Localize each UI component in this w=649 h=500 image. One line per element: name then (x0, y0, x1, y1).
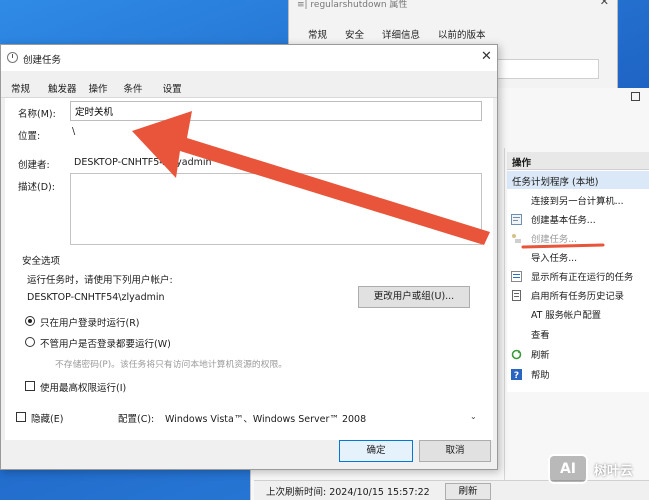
action-refresh[interactable]: 刷新 (509, 345, 649, 363)
maximize-icon[interactable] (631, 92, 640, 101)
properties-tabs: 常规 安全 详细信息 以前的版本 (299, 27, 495, 41)
chevron-down-icon[interactable]: ⌄ (470, 412, 477, 421)
dialog-title: 创建任务 (23, 55, 62, 66)
security-options-label: 安全选项 (22, 256, 61, 267)
clock-icon (7, 52, 18, 63)
refresh-button[interactable]: 刷新 (445, 483, 491, 500)
name-input[interactable] (70, 101, 482, 121)
help-icon: ? (509, 368, 523, 380)
action-label: 启用所有任务历史记录 (531, 291, 624, 302)
configure-label: 配置(C): (118, 414, 155, 425)
history-icon (509, 289, 523, 301)
ok-button[interactable]: 确定 (339, 440, 413, 462)
dialog-tabs: 常规 触发器 操作 条件 设置 (1, 81, 188, 97)
list-icon (509, 270, 523, 282)
action-show-running-tasks[interactable]: 显示所有正在运行的任务 (509, 267, 649, 285)
action-help[interactable]: ? 帮助 (509, 365, 649, 383)
run-as-prompt: 运行任务时，请使用下列用户帐户: (27, 275, 173, 286)
task-icon (509, 232, 523, 244)
wizard-icon (509, 213, 523, 225)
location-label: 位置: (18, 131, 41, 142)
change-user-button[interactable]: 更改用户或组(U)... (358, 286, 470, 308)
description-input[interactable] (70, 173, 482, 245)
tab-actions[interactable]: 操作 (83, 81, 114, 97)
close-icon[interactable]: ✕ (481, 49, 492, 64)
action-enable-history[interactable]: 启用所有任务历史记录 (509, 286, 649, 304)
tab-settings[interactable]: 设置 (149, 81, 188, 97)
configure-select[interactable]: Windows Vista™、Windows Server™ 2008 (165, 411, 366, 425)
action-connect-computer[interactable]: 连接到另一台计算机... (509, 191, 649, 209)
action-import-task[interactable]: 导入任务... (509, 248, 649, 266)
tab-security[interactable]: 安全 (336, 27, 373, 41)
dialog-titlebar: 创建任务 ✕ (1, 45, 497, 71)
action-label: 显示所有正在运行的任务 (531, 272, 634, 283)
refresh-icon (509, 348, 523, 360)
properties-window-title: ≡| regularshutdown 属性 (297, 0, 408, 10)
action-view[interactable]: 查看 (509, 325, 649, 343)
tab-triggers[interactable]: 触发器 (36, 81, 83, 97)
run-as-user: DESKTOP-CNHTF54\zlyadmin (27, 292, 165, 303)
radio-run-logged-on[interactable] (25, 316, 35, 326)
radio-run-logged-on-label[interactable]: 只在用户登录时运行(R) (40, 315, 140, 329)
radio-run-always[interactable] (25, 337, 35, 347)
pane-divider (504, 148, 505, 486)
action-label: 创建基本任务... (531, 215, 596, 226)
tab-general[interactable]: 常规 (1, 81, 36, 97)
checkbox-hidden[interactable] (16, 412, 26, 422)
radio-run-always-label[interactable]: 不管用户是否登录都要运行(W) (40, 336, 171, 350)
tab-details[interactable]: 详细信息 (373, 27, 429, 41)
author-label: 创建者: (18, 160, 50, 171)
description-label: 描述(D): (18, 182, 55, 193)
action-label: 帮助 (531, 370, 550, 381)
hidden-label[interactable]: 隐藏(E) (31, 411, 63, 425)
action-at-service-config[interactable]: AT 服务帐户配置 (509, 305, 649, 323)
location-value: \ (72, 126, 76, 137)
watermark-text: 树叶云 (594, 463, 634, 479)
actions-header: 操作 (507, 152, 649, 170)
action-label: 导入任务... (531, 253, 578, 264)
action-label: 连接到另一台计算机... (531, 196, 624, 207)
action-create-basic-task[interactable]: 创建基本任务... (509, 210, 649, 228)
highest-privileges-label[interactable]: 使用最高权限运行(I) (40, 380, 126, 394)
action-label: 查看 (531, 330, 550, 341)
no-store-password-label: 不存储密码(P)。该任务将只有访问本地计算机资源的权限。 (55, 360, 288, 370)
actions-section-local[interactable]: 任务计划程序 (本地) (507, 171, 649, 189)
close-icon[interactable]: ✕ (600, 0, 609, 8)
tab-previous-versions[interactable]: 以前的版本 (429, 27, 495, 41)
watermark: AI 树叶云 (548, 454, 633, 484)
watermark-logo: AI (548, 454, 588, 484)
name-label: 名称(M): (18, 109, 56, 120)
author-value: DESKTOP-CNHTF54\zlyadmin (74, 157, 212, 168)
action-label: 刷新 (531, 350, 550, 361)
action-create-task[interactable]: 创建任务... (509, 229, 649, 247)
cancel-button[interactable]: 取消 (419, 440, 491, 462)
action-label: AT 服务帐户配置 (531, 310, 602, 321)
last-refresh-time: 上次刷新时间: 2024/10/15 15:57:22 (266, 486, 430, 498)
tab-conditions[interactable]: 条件 (114, 81, 149, 97)
checkbox-highest-privileges[interactable] (25, 381, 35, 391)
action-label: 创建任务... (531, 234, 578, 245)
tab-general[interactable]: 常规 (299, 27, 336, 41)
computer-icon (509, 194, 523, 206)
svg-text:?: ? (513, 371, 518, 380)
